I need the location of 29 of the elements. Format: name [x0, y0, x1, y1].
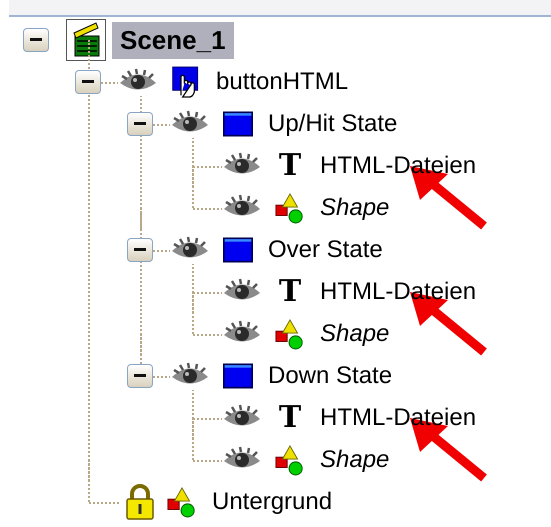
collapse-toggle[interactable]: [127, 364, 153, 388]
square-icon: [223, 235, 253, 265]
text-type-icon: T: [278, 151, 302, 181]
tree-item-label[interactable]: Shape: [317, 193, 392, 223]
shapes-icon: [275, 317, 305, 351]
square-icon: [223, 361, 253, 391]
shapes-icon: [167, 485, 197, 519]
tree-item-label[interactable]: HTML-Dateien: [317, 151, 480, 181]
tree-item-label[interactable]: Up/Hit State: [265, 109, 400, 139]
tree-item-label[interactable]: buttonHTML: [213, 67, 352, 97]
tree-item-label[interactable]: Scene_1: [112, 22, 234, 58]
collapse-toggle[interactable]: [127, 238, 153, 262]
tree-item-label[interactable]: Over State: [265, 235, 386, 265]
collapse-toggle[interactable]: [75, 70, 101, 94]
shapes-icon: [275, 443, 305, 477]
collapse-toggle[interactable]: [23, 28, 49, 52]
lock-icon[interactable]: [125, 484, 155, 520]
tree-item-label[interactable]: HTML-Dateien: [317, 277, 480, 307]
clapperboard-icon: [66, 19, 106, 61]
text-type-icon: T: [278, 403, 302, 433]
collapse-toggle[interactable]: [127, 112, 153, 136]
square-icon: [223, 109, 253, 139]
tree-item-label[interactable]: Shape: [317, 445, 392, 475]
tree-item-label[interactable]: Untergrund: [209, 487, 336, 517]
tree-item-label[interactable]: Down State: [265, 361, 396, 391]
shapes-icon: [275, 191, 305, 225]
text-type-icon: T: [278, 277, 302, 307]
tree-item-label[interactable]: HTML-Dateien: [317, 403, 480, 433]
tree-item-label[interactable]: Shape: [317, 319, 392, 349]
